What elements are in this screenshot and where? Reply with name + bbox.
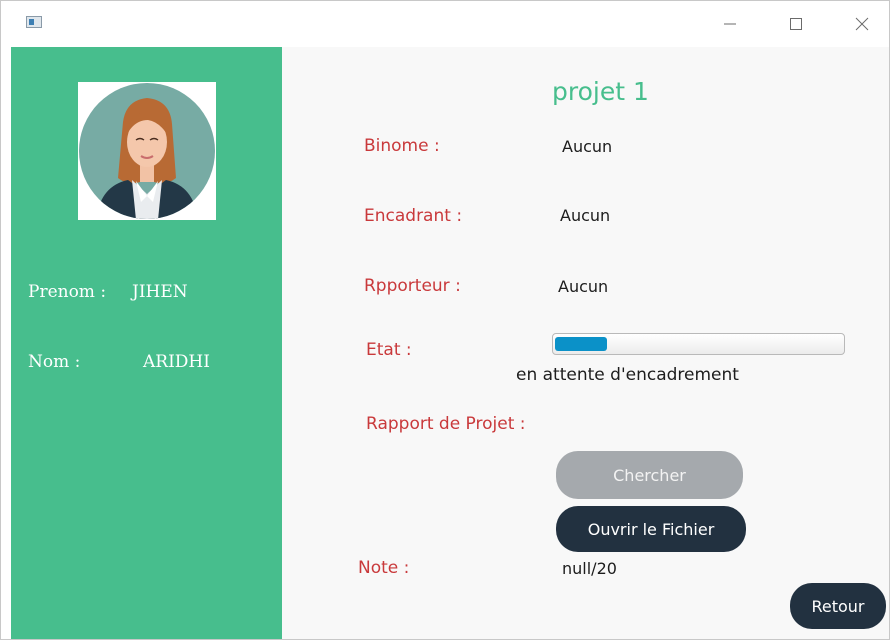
- close-button[interactable]: [839, 1, 885, 47]
- rapport-label: Rapport de Projet :: [366, 414, 526, 434]
- prenom-value: JIHEN: [132, 282, 188, 302]
- chercher-button[interactable]: Chercher: [556, 451, 743, 499]
- rapporteur-label: Rpporteur :: [364, 276, 461, 296]
- note-value: null/20: [562, 559, 617, 578]
- user-sidebar: Prenom : JIHEN Nom : ARIDHI: [11, 47, 282, 639]
- etat-label: Etat :: [366, 340, 412, 360]
- binome-label: Binome :: [364, 136, 440, 156]
- nom-value: ARIDHI: [143, 352, 210, 372]
- female-user-avatar-icon: [79, 83, 215, 219]
- binome-value: Aucun: [562, 137, 613, 156]
- rapporteur-value: Aucun: [558, 277, 609, 296]
- page-title: projet 1: [552, 77, 649, 106]
- title-bar: [1, 1, 889, 47]
- etat-status: en attente d'encadrement: [516, 365, 739, 385]
- prenom-label: Prenom :: [28, 282, 107, 302]
- etat-progress-fill: [555, 337, 607, 351]
- ouvrir-fichier-button[interactable]: Ouvrir le Fichier: [556, 506, 746, 552]
- minimize-icon: [724, 23, 736, 25]
- avatar: [78, 82, 216, 220]
- encadrant-value: Aucun: [560, 206, 611, 225]
- nom-label: Nom :: [28, 352, 81, 372]
- etat-progress-bar: [552, 333, 845, 355]
- retour-button[interactable]: Retour: [790, 583, 886, 629]
- close-icon: [855, 17, 869, 31]
- app-icon: [26, 16, 42, 28]
- maximize-button[interactable]: [773, 1, 819, 47]
- application-window: Prenom : JIHEN Nom : ARIDHI projet 1 Bin…: [0, 0, 890, 640]
- minimize-button[interactable]: [707, 1, 753, 47]
- note-label: Note :: [358, 558, 410, 578]
- encadrant-label: Encadrant :: [364, 206, 463, 226]
- project-details-panel: projet 1 Binome : Aucun Encadrant : Aucu…: [282, 47, 889, 639]
- maximize-icon: [790, 18, 802, 30]
